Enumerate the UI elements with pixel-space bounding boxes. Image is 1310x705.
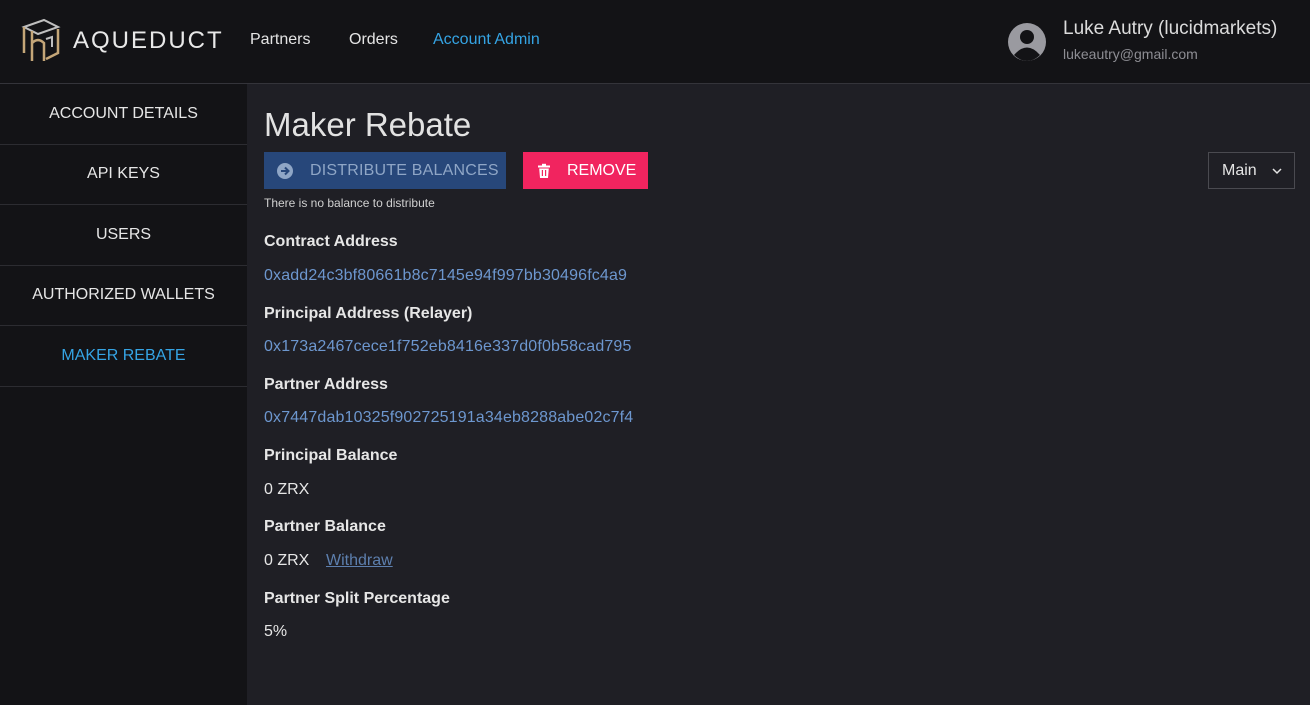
partner-address-link[interactable]: 0x7447dab10325f902725191a34eb8288abe02c7… (264, 409, 633, 427)
distribute-balances-button[interactable]: DISTRIBUTE BALANCES (264, 152, 506, 189)
sidebar-item-users[interactable]: USERS (0, 205, 247, 266)
arrow-circle-right-icon (277, 162, 293, 179)
brand-name: AQUEDUCT (73, 27, 224, 54)
network-select-value: Main (1222, 161, 1257, 179)
page-title: Maker Rebate (264, 106, 472, 143)
principal-balance-value: 0 ZRX (264, 481, 310, 498)
user-name: Luke Autry (lucidmarkets) (1063, 18, 1278, 39)
partner-address-label: Partner Address (264, 376, 388, 393)
user-avatar-icon[interactable] (1007, 22, 1047, 62)
sidebar-item-account-details[interactable]: ACCOUNT DETAILS (0, 84, 247, 145)
top-header: AQUEDUCT Partners Orders Account Admin L… (0, 0, 1310, 84)
nav-orders[interactable]: Orders (349, 31, 398, 49)
principal-address-label: Principal Address (Relayer) (264, 305, 473, 322)
withdraw-link[interactable]: Withdraw (326, 552, 393, 570)
aqueduct-logo-icon[interactable] (18, 17, 62, 65)
sidebar-item-api-keys[interactable]: API KEYS (0, 145, 247, 205)
principal-address-link[interactable]: 0x173a2467cece1f752eb8416e337d0f0b58cad7… (264, 338, 632, 356)
chevron-down-icon (1272, 167, 1282, 174)
trash-icon (538, 163, 550, 178)
sidebar-item-maker-rebate[interactable]: MAKER REBATE (0, 326, 247, 387)
distribute-note: There is no balance to distribute (264, 196, 435, 210)
partner-balance-value: 0 ZRX (264, 552, 310, 569)
distribute-balances-label: DISTRIBUTE BALANCES (310, 161, 499, 179)
sidebar-item-authorized-wallets[interactable]: AUTHORIZED WALLETS (0, 266, 247, 326)
partner-split-label: Partner Split Percentage (264, 590, 450, 607)
contract-address-label: Contract Address (264, 233, 398, 250)
sidebar: ACCOUNT DETAILS API KEYS USERS AUTHORIZE… (0, 84, 247, 705)
network-select[interactable]: Main (1208, 152, 1295, 189)
remove-label: REMOVE (567, 161, 637, 179)
remove-button[interactable]: REMOVE (523, 152, 648, 189)
partner-balance-label: Partner Balance (264, 518, 386, 535)
contract-address-link[interactable]: 0xadd24c3bf80661b8c7145e94f997bb30496fc4… (264, 267, 627, 285)
user-email: lukeautry@gmail.com (1063, 46, 1198, 62)
nav-account-admin[interactable]: Account Admin (433, 31, 540, 49)
partner-split-value: 5% (264, 623, 288, 640)
principal-balance-label: Principal Balance (264, 447, 398, 464)
nav-partners[interactable]: Partners (250, 31, 310, 49)
